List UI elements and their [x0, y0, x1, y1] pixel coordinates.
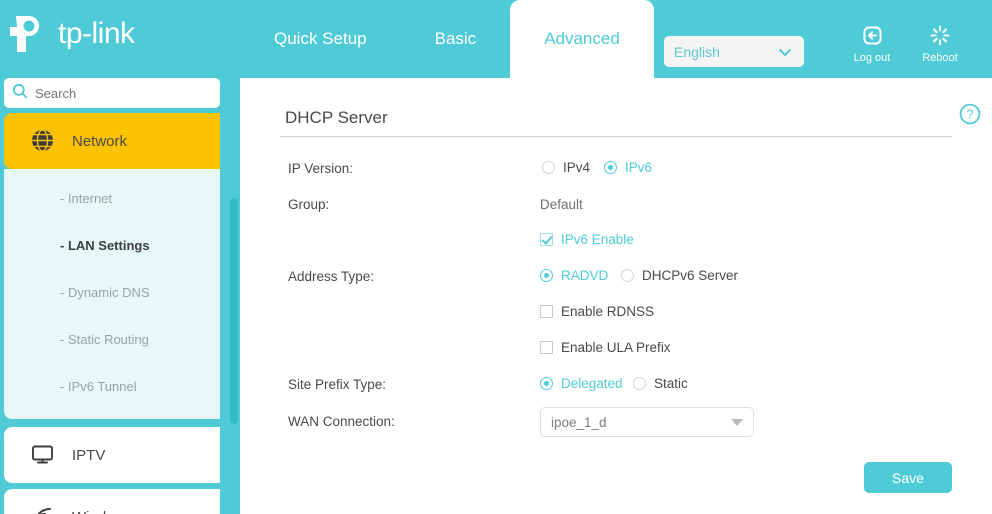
sidebar-item-label-wireless: Wireless: [72, 509, 130, 514]
ip-version-label: IP Version:: [288, 161, 353, 176]
reboot-icon: [908, 24, 972, 50]
address-type-label: Address Type:: [288, 269, 374, 284]
checkbox-enable-rdnss-label: Enable RDNSS: [561, 304, 654, 319]
sidebar-item-wireless[interactable]: Wireless: [4, 489, 220, 514]
radio-static-label: Static: [654, 376, 688, 391]
logout-icon: [840, 24, 904, 50]
radio-circle-icon: [604, 161, 617, 174]
sidebar-subitem-internet[interactable]: - Internet: [60, 191, 112, 206]
tab-advanced[interactable]: Advanced: [510, 0, 654, 78]
sidebar-subitem-lan-settings[interactable]: - LAN Settings: [60, 238, 150, 253]
radio-delegated-label: Delegated: [561, 376, 623, 391]
top-header: tp-link Quick Setup Basic Advanced Engli…: [0, 0, 992, 78]
radio-static[interactable]: Static: [633, 376, 688, 391]
radio-circle-icon: [540, 377, 553, 390]
radio-circle-icon: [633, 377, 646, 390]
search-input[interactable]: [35, 86, 203, 101]
checkbox-enable-ula-prefix[interactable]: Enable ULA Prefix: [540, 340, 671, 355]
radio-radvd[interactable]: RADVD: [540, 268, 608, 283]
checkbox-icon: [540, 341, 553, 354]
wifi-icon: [30, 504, 56, 514]
svg-text:?: ?: [967, 108, 974, 122]
brand-logo[interactable]: tp-link: [8, 12, 135, 56]
sidebar-item-label-network: Network: [72, 133, 127, 150]
main-content: DHCP Server ? IP Version: IPv4 IPv6 Grou…: [240, 78, 992, 514]
reboot-label: Reboot: [908, 52, 972, 65]
router-admin-page: tp-link Quick Setup Basic Advanced Engli…: [0, 0, 992, 514]
brand-name: tp-link: [58, 17, 135, 51]
title-divider: [280, 136, 952, 137]
radio-dhcpv6-server-label: DHCPv6 Server: [642, 268, 738, 283]
radio-radvd-label: RADVD: [561, 268, 608, 283]
sidebar-item-iptv[interactable]: IPTV: [4, 427, 220, 483]
checkbox-icon: [540, 305, 553, 318]
language-select[interactable]: English: [664, 36, 804, 67]
radio-ipv4[interactable]: IPv4: [542, 160, 590, 175]
checkbox-ipv6-enable[interactable]: IPv6 Enable: [540, 232, 634, 247]
radio-circle-icon: [540, 269, 553, 282]
checkbox-icon: [540, 233, 553, 246]
save-button[interactable]: Save: [864, 462, 952, 493]
radio-ipv6-label: IPv6: [625, 160, 652, 175]
radio-ipv6[interactable]: IPv6: [604, 160, 652, 175]
checkbox-enable-rdnss[interactable]: Enable RDNSS: [540, 304, 654, 319]
sidebar-subitem-ipv6-tunnel[interactable]: - IPv6 Tunnel: [60, 379, 137, 394]
tab-basic[interactable]: Basic: [401, 0, 511, 78]
wan-connection-value: ipoe_1_d: [551, 415, 731, 430]
tab-quick-setup[interactable]: Quick Setup: [240, 0, 401, 78]
caret-down-icon: [731, 419, 743, 426]
sidebar-subitem-dynamic-dns[interactable]: - Dynamic DNS: [60, 285, 150, 300]
checkbox-enable-ula-prefix-label: Enable ULA Prefix: [561, 340, 671, 355]
radio-circle-icon: [621, 269, 634, 282]
search-box[interactable]: [4, 78, 220, 108]
checkbox-ipv6-enable-label: IPv6 Enable: [561, 232, 634, 247]
search-icon: [12, 83, 28, 104]
monitor-icon: [30, 442, 56, 468]
sidebar-submenu-network: - Internet - LAN Settings - Dynamic DNS …: [4, 169, 220, 419]
sidebar-subitem-static-routing[interactable]: - Static Routing: [60, 332, 149, 347]
radio-delegated[interactable]: Delegated: [540, 376, 623, 391]
wan-connection-label: WAN Connection:: [288, 414, 395, 429]
group-value: Default: [540, 197, 583, 212]
tp-link-logo-icon: [8, 12, 54, 56]
group-label: Group:: [288, 197, 329, 212]
radio-dhcpv6-server[interactable]: DHCPv6 Server: [621, 268, 738, 283]
globe-icon: [30, 128, 56, 154]
main-tabs: Quick Setup Basic Advanced: [240, 0, 654, 78]
sidebar-scrollbar-thumb[interactable]: [230, 198, 238, 424]
site-prefix-type-label: Site Prefix Type:: [288, 377, 386, 392]
radio-circle-icon: [542, 161, 555, 174]
radio-ipv4-label: IPv4: [563, 160, 590, 175]
help-circle-icon[interactable]: ?: [959, 103, 981, 125]
page-title: DHCP Server: [285, 108, 388, 128]
logout-button[interactable]: Log out: [840, 24, 904, 65]
sidebar: Network - Internet - LAN Settings - Dyna…: [0, 78, 240, 514]
wan-connection-dropdown[interactable]: ipoe_1_d: [540, 407, 754, 437]
logout-label: Log out: [840, 52, 904, 65]
sidebar-item-label-iptv: IPTV: [72, 447, 105, 464]
sidebar-item-network[interactable]: Network: [4, 113, 220, 169]
reboot-button[interactable]: Reboot: [908, 24, 972, 65]
